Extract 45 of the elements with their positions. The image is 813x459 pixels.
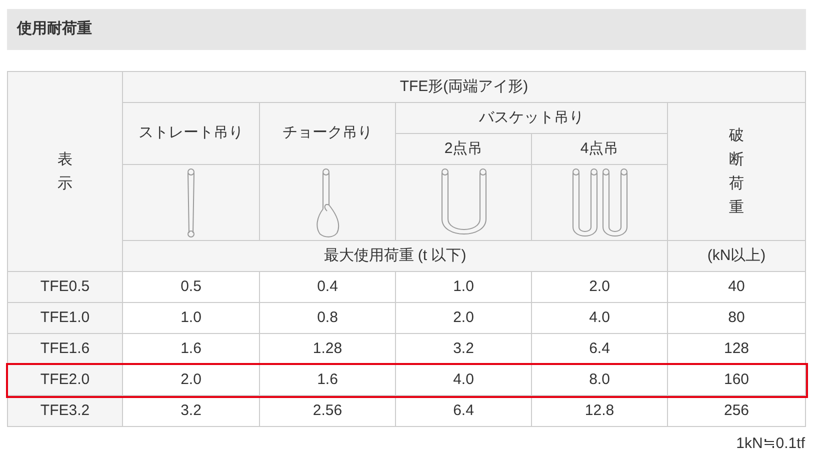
table-cell: 2.0 — [532, 272, 668, 302]
header-cell: (kN以上) — [668, 240, 806, 272]
table-cell: 80 — [668, 302, 806, 334]
table-cell: TFE0.5 — [8, 272, 122, 302]
table-cell: 1.0 — [396, 272, 532, 302]
table-cell: 256 — [668, 396, 806, 426]
table-cell: 1.6 — [122, 334, 260, 364]
table-cell: 3.2 — [396, 334, 532, 364]
table-cell: TFE1.0 — [8, 302, 122, 334]
header-cell: 2点吊 — [396, 134, 532, 164]
table-cell: 3.2 — [122, 396, 260, 426]
table-cell: TFE3.2 — [8, 396, 122, 426]
table-cell: 0.4 — [260, 272, 396, 302]
table-cell: 2.56 — [260, 396, 396, 426]
footnote: 1kN≒0.1tf — [736, 434, 805, 454]
table-cell: 40 — [668, 272, 806, 302]
table-cell: 0.5 — [122, 272, 260, 302]
table-cell: 1.0 — [122, 302, 260, 334]
table-cell: 6.4 — [532, 334, 668, 364]
header-cell: 4点吊 — [532, 134, 668, 164]
table-cell: 2.0 — [396, 302, 532, 334]
header-cell: チョーク吊り — [260, 102, 396, 164]
section-header: 使用耐荷重 — [7, 9, 806, 50]
header-cell: 最大使用荷重 (t 以下) — [122, 240, 668, 272]
table-cell: TFE2.0 — [8, 364, 122, 396]
header-cell: 表示 — [8, 72, 122, 272]
table-cell: 160 — [668, 364, 806, 396]
table-cell: 8.0 — [532, 364, 668, 396]
straight-sling-icon — [185, 166, 197, 238]
table-cell: 2.0 — [122, 364, 260, 396]
table-cell: 1.28 — [260, 334, 396, 364]
choke-sling-icon — [314, 166, 340, 238]
table-cell: 4.0 — [532, 302, 668, 334]
table-cell: 12.8 — [532, 396, 668, 426]
header-cell: TFE形(両端アイ形) — [122, 72, 806, 102]
table-cell: 128 — [668, 334, 806, 364]
table-cell: 0.8 — [260, 302, 396, 334]
table-cell: 4.0 — [396, 364, 532, 396]
double-u-sling-icon — [572, 166, 628, 238]
table-cell: 6.4 — [396, 396, 532, 426]
header-cell: 破断荷重 — [668, 102, 806, 240]
table-cell: TFE1.6 — [8, 334, 122, 364]
table-cell: 1.6 — [260, 364, 396, 396]
header-cell: バスケット吊り — [396, 102, 668, 134]
header-cell: ストレート吊り — [122, 102, 260, 164]
